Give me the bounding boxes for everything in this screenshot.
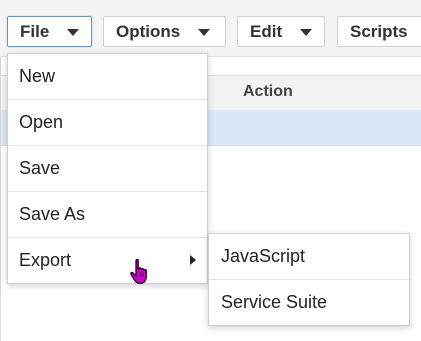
file-menu-button[interactable]: File (7, 16, 92, 47)
scripts-menu-button[interactable]: Scripts (337, 16, 421, 47)
menu-item-label: New (19, 66, 56, 86)
menu-item-label: Save As (19, 204, 86, 224)
menu-item-export[interactable]: Export (8, 238, 207, 283)
menu-item-save[interactable]: Save (8, 146, 207, 192)
edit-menu-button[interactable]: Edit (237, 16, 325, 47)
export-submenu: JavaScript Service Suite (208, 233, 410, 326)
submenu-item-label: Service Suite (221, 292, 328, 312)
chevron-down-icon (198, 29, 211, 36)
submenu-item-javascript[interactable]: JavaScript (209, 234, 409, 280)
file-dropdown-menu: New Open Save Save As Export (7, 53, 208, 284)
submenu-item-label: JavaScript (221, 246, 306, 266)
options-menu-button[interactable]: Options (103, 16, 226, 47)
chevron-right-icon (190, 255, 196, 265)
menu-item-new[interactable]: New (8, 54, 207, 100)
column-header-action[interactable]: Action (243, 83, 293, 101)
chevron-down-icon (67, 29, 80, 36)
edit-menu-label: Edit (250, 21, 283, 41)
menu-item-label: Export (19, 250, 72, 270)
submenu-item-service-suite[interactable]: Service Suite (209, 280, 409, 325)
menu-item-open[interactable]: Open (8, 100, 207, 146)
menu-toolbar: File Options Edit Scripts (0, 0, 421, 57)
hand-pointer-icon (130, 258, 147, 285)
options-menu-label: Options (116, 21, 181, 41)
menu-item-save-as[interactable]: Save As (8, 192, 207, 238)
menu-item-label: Open (19, 112, 64, 132)
chevron-down-icon (300, 29, 313, 36)
file-menu-label: File (20, 21, 50, 41)
menu-item-label: Save (19, 158, 61, 178)
scripts-menu-label: Scripts (350, 21, 408, 41)
